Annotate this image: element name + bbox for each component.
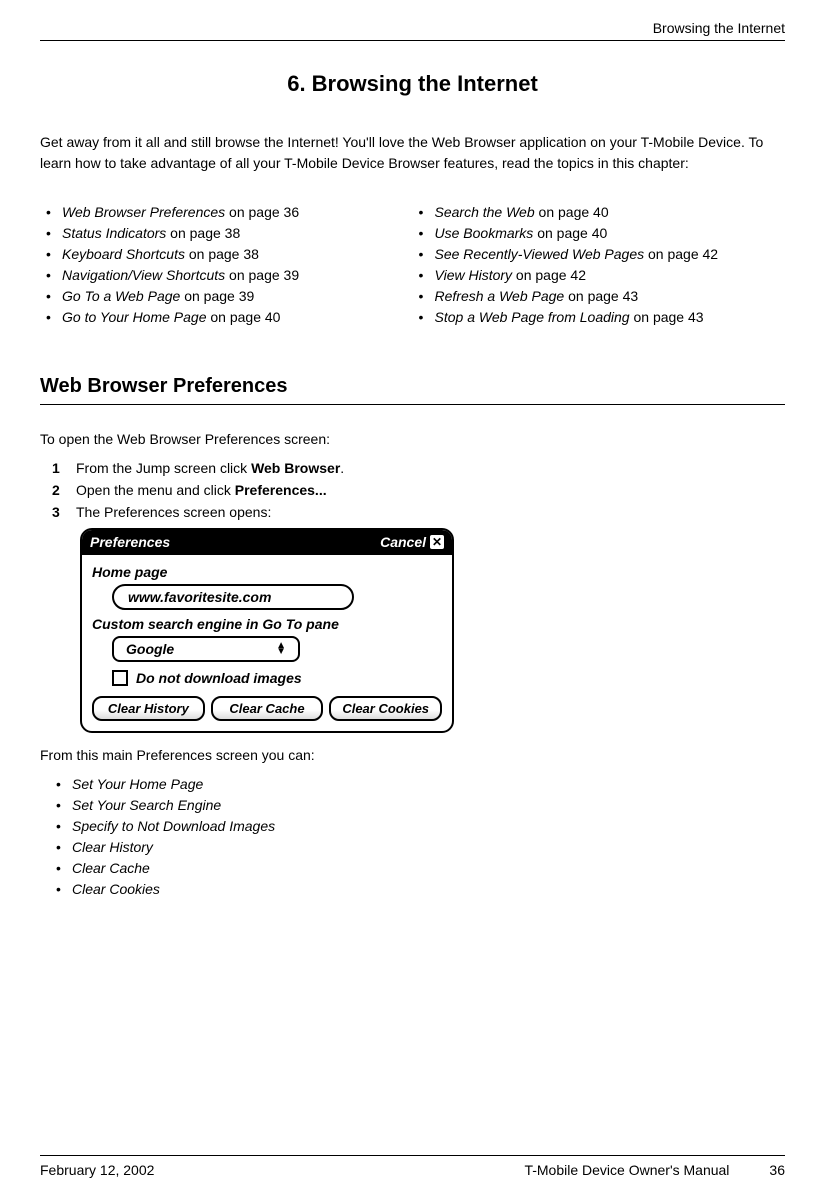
clear-cookies-button[interactable]: Clear Cookies — [329, 696, 442, 721]
step-number: 3 — [52, 504, 76, 520]
no-images-checkbox-row[interactable]: Do not download images — [112, 670, 442, 686]
cancel-button[interactable]: Cancel ✕ — [380, 534, 444, 550]
after-image-text: From this main Preferences screen you ca… — [40, 745, 785, 766]
step-text: The Preferences screen opens: — [76, 504, 271, 520]
list-item: Clear Cookies — [50, 881, 785, 897]
homepage-input[interactable]: www.favoritesite.com — [112, 584, 354, 610]
toc-item: Web Browser Preferences on page 36 — [40, 204, 413, 220]
intro-paragraph: Get away from it all and still browse th… — [40, 132, 785, 174]
step-text: From the Jump screen click Web Browser. — [76, 460, 344, 476]
list-item: Clear History — [50, 839, 785, 855]
toc-item: Navigation/View Shortcuts on page 39 — [40, 267, 413, 283]
list-item: Clear Cache — [50, 860, 785, 876]
chapter-title: 6. Browsing the Internet — [40, 71, 785, 97]
section-rule — [40, 404, 785, 405]
toc-item: Go To a Web Page on page 39 — [40, 288, 413, 304]
step-number: 2 — [52, 482, 76, 498]
clear-cache-button[interactable]: Clear Cache — [211, 696, 324, 721]
running-head: Browsing the Internet — [40, 20, 785, 36]
section-lead: To open the Web Browser Preferences scre… — [40, 429, 785, 450]
toc-item: Refresh a Web Page on page 43 — [413, 288, 786, 304]
list-item: Set Your Home Page — [50, 776, 785, 792]
step: 1 From the Jump screen click Web Browser… — [52, 460, 785, 476]
toc-item: Go to Your Home Page on page 40 — [40, 309, 413, 325]
footer-manual-name: T-Mobile Device Owner's Manual — [524, 1162, 729, 1178]
header-rule — [40, 40, 785, 41]
step: 2 Open the menu and click Preferences... — [52, 482, 785, 498]
toc-item: See Recently-Viewed Web Pages on page 42 — [413, 246, 786, 262]
checkbox-icon[interactable] — [112, 670, 128, 686]
page-footer: February 12, 2002 T-Mobile Device Owner'… — [40, 1155, 785, 1178]
close-icon[interactable]: ✕ — [430, 535, 444, 549]
toc-item: Status Indicators on page 38 — [40, 225, 413, 241]
list-item: Set Your Search Engine — [50, 797, 785, 813]
step-number: 1 — [52, 460, 76, 476]
clear-history-button[interactable]: Clear History — [92, 696, 205, 721]
footer-date: February 12, 2002 — [40, 1162, 154, 1178]
dialog-title: Preferences — [90, 534, 170, 550]
search-engine-dropdown[interactable]: Google ▲▼ — [112, 636, 300, 662]
preferences-dialog: Preferences Cancel ✕ Home page www.favor… — [80, 528, 454, 733]
bullet-list: Set Your Home Page Set Your Search Engin… — [50, 776, 785, 897]
search-engine-label: Custom search engine in Go To pane — [92, 616, 442, 632]
homepage-label: Home page — [92, 564, 442, 580]
toc-item: View History on page 42 — [413, 267, 786, 283]
section-title: Web Browser Preferences — [40, 375, 785, 398]
table-of-contents: Web Browser Preferences on page 36 Statu… — [40, 199, 785, 330]
step-text: Open the menu and click Preferences... — [76, 482, 327, 498]
toc-item: Search the Web on page 40 — [413, 204, 786, 220]
list-item: Specify to Not Download Images — [50, 818, 785, 834]
dialog-titlebar: Preferences Cancel ✕ — [82, 530, 452, 555]
toc-item: Stop a Web Page from Loading on page 43 — [413, 309, 786, 325]
toc-item: Use Bookmarks on page 40 — [413, 225, 786, 241]
step: 3 The Preferences screen opens: — [52, 504, 785, 520]
footer-page-number: 36 — [769, 1162, 785, 1178]
updown-icon: ▲▼ — [276, 643, 286, 655]
toc-item: Keyboard Shortcuts on page 38 — [40, 246, 413, 262]
no-images-label: Do not download images — [136, 670, 302, 686]
